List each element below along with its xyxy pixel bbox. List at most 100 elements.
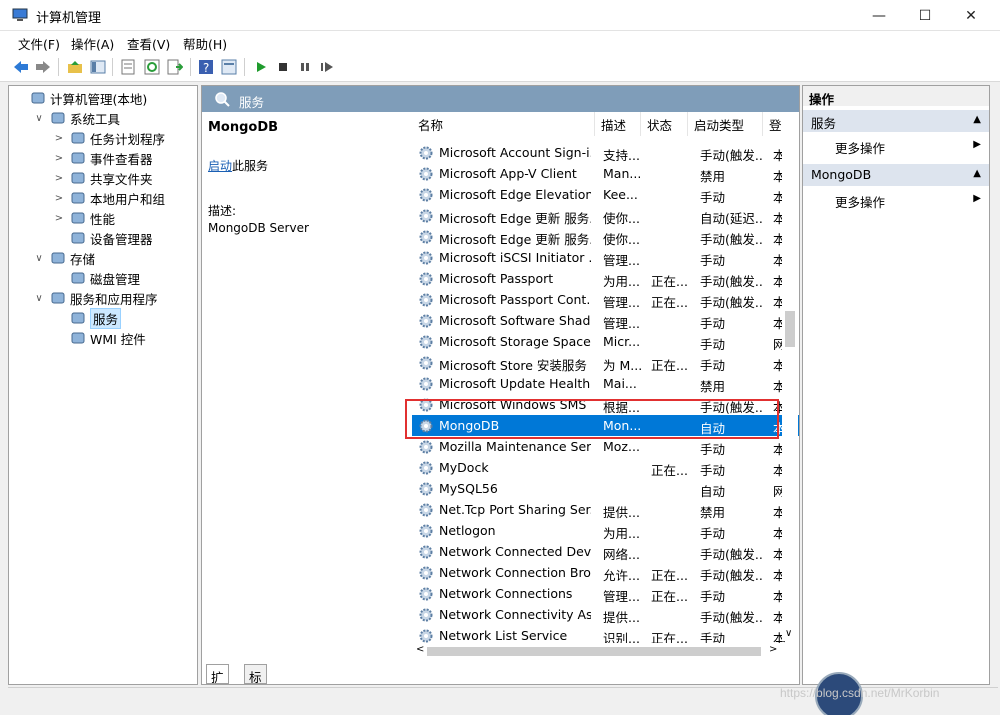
- navigation-tree: 计算机管理(本地) ∨ 系统工具 > 任务计划程序 > 事件查看器 > 共享文件夹 > 本地用户和组…: [8, 85, 198, 685]
- service-row[interactable]: Network Connectivity Ass... 提供... 手动(触发...…: [412, 604, 799, 625]
- tab-standard[interactable]: 标准: [244, 664, 267, 704]
- computer-management-icon: [12, 8, 28, 22]
- service-row[interactable]: Network Connected Devi... 网络... 手动(触发... 本: [412, 541, 799, 562]
- chevron-right-icon[interactable]: >: [53, 153, 65, 164]
- service-row[interactable]: Microsoft iSCSI Initiator ... 管理... 手动本: [412, 247, 799, 268]
- console-icon[interactable]: [220, 58, 238, 76]
- more-actions-mongodb[interactable]: 更多操作: [835, 192, 885, 211]
- column-description[interactable]: 描述: [595, 112, 641, 136]
- show-tree-icon[interactable]: [89, 58, 107, 76]
- tree-item-label: 磁盘管理: [90, 271, 141, 287]
- service-gear-icon: [418, 145, 434, 164]
- service-startup: 手动: [700, 253, 726, 268]
- tree-item[interactable]: 磁盘管理: [53, 268, 140, 288]
- help-icon[interactable]: ?: [197, 58, 215, 76]
- collapse-up-icon[interactable]: ▲: [973, 114, 981, 125]
- service-row[interactable]: Netlogon 为用... 手动本: [412, 520, 799, 541]
- service-row[interactable]: MyDock 正在... 手动本: [412, 457, 799, 478]
- tree-item[interactable]: ∨ 服务和应用程序: [33, 288, 157, 308]
- column-status[interactable]: 状态: [641, 112, 688, 136]
- restart-service-icon[interactable]: [318, 58, 336, 76]
- forward-arrow-icon[interactable]: [34, 58, 52, 76]
- menu-file[interactable]: 文件(F): [18, 34, 60, 53]
- service-row[interactable]: Microsoft Store 安装服务为 M... 正在... 手动本: [412, 352, 799, 373]
- users-icon: [70, 190, 86, 206]
- chevron-right-icon[interactable]: >: [53, 213, 65, 224]
- more-actions-services[interactable]: 更多操作: [835, 138, 885, 157]
- tree-item[interactable]: 服务: [53, 307, 122, 329]
- menu-help[interactable]: 帮助(H): [183, 34, 227, 53]
- service-desc: 网络...: [603, 547, 640, 562]
- tree-item[interactable]: WMI 控件: [53, 328, 146, 348]
- service-row[interactable]: Microsoft Storage Space... Micr... 手动网: [412, 331, 799, 352]
- service-row[interactable]: Net.Tcp Port Sharing Ser... 提供... 禁用本: [412, 499, 799, 520]
- tree-item[interactable]: > 共享文件夹: [53, 168, 153, 188]
- tree-item[interactable]: ∨ 系统工具: [33, 108, 120, 128]
- chevron-down-icon[interactable]: ∨: [33, 253, 45, 264]
- refresh-icon[interactable]: [143, 58, 161, 76]
- chevron-down-icon[interactable]: ∨: [33, 293, 45, 304]
- window-title: 计算机管理: [36, 11, 102, 26]
- service-row[interactable]: Mozilla Maintenance Ser... Moz... 手动本: [412, 436, 799, 457]
- start-service-icon[interactable]: [252, 58, 270, 76]
- performance-icon: [70, 210, 86, 226]
- tree-item[interactable]: > 本地用户和组: [53, 188, 165, 208]
- service-row[interactable]: Microsoft Edge 更新 服务... 使你... 手动(触发... 本: [412, 226, 799, 247]
- menu-view[interactable]: 查看(V): [127, 34, 170, 53]
- more-actions-label: 更多操作: [835, 195, 886, 210]
- chevron-right-icon[interactable]: >: [53, 133, 65, 144]
- chevron-down-icon[interactable]: ∨: [33, 113, 45, 124]
- tree-item[interactable]: ∨ 存储: [33, 248, 95, 268]
- start-service-link[interactable]: 启动: [208, 159, 232, 173]
- menu-action[interactable]: 操作(A): [71, 34, 114, 53]
- scroll-right-icon[interactable]: >: [769, 644, 777, 655]
- vertical-scrollbar[interactable]: ∨: [782, 141, 798, 641]
- collapse-up-icon[interactable]: ▲: [973, 168, 981, 179]
- actions-group-services[interactable]: 服务 ▲: [803, 110, 989, 132]
- column-startup-type[interactable]: 启动类型: [688, 112, 763, 136]
- service-row[interactable]: Microsoft Software Shad... 管理... 手动本: [412, 310, 799, 331]
- stop-service-icon[interactable]: [274, 58, 292, 76]
- back-arrow-icon[interactable]: [12, 58, 30, 76]
- service-row[interactable]: Microsoft Passport Cont... 管理... 正在... 手动(触…: [412, 289, 799, 310]
- column-name[interactable]: 名称 ⌃: [412, 112, 595, 136]
- chevron-right-icon[interactable]: >: [53, 193, 65, 204]
- service-row[interactable]: Microsoft App-V Client Man... 禁用本: [412, 163, 799, 184]
- tab-extended[interactable]: 扩展: [206, 664, 229, 704]
- horizontal-scroll-thumb[interactable]: [427, 647, 761, 656]
- pause-service-icon[interactable]: [296, 58, 314, 76]
- service-row[interactable]: Microsoft Account Sign-i... 支持... 手动(触发...…: [412, 142, 799, 163]
- service-desc: 为用...: [603, 526, 640, 541]
- chevron-right-icon[interactable]: >: [53, 173, 65, 184]
- scroll-down-icon[interactable]: ∨: [785, 628, 792, 639]
- vertical-scroll-thumb[interactable]: [785, 311, 795, 347]
- up-folder-icon[interactable]: [66, 58, 84, 76]
- column-logon[interactable]: 登: [763, 112, 799, 136]
- properties-icon[interactable]: [119, 58, 137, 76]
- service-startup: 自动: [700, 484, 726, 499]
- tree-item[interactable]: > 任务计划程序: [53, 128, 165, 148]
- service-row[interactable]: Microsoft Passport 为用... 正在... 手动(触发... 本: [412, 268, 799, 289]
- service-row[interactable]: Network Connection Bro... 允许... 正在... 手动(触发…: [412, 562, 799, 583]
- service-row[interactable]: Microsoft Edge 更新 服务... 使你... 自动(延迟... 本: [412, 205, 799, 226]
- export-list-icon[interactable]: [166, 58, 184, 76]
- tree-item[interactable]: 设备管理器: [53, 228, 153, 248]
- tree-item[interactable]: > 事件查看器: [53, 148, 153, 168]
- service-row[interactable]: MySQL56 自动网: [412, 478, 799, 499]
- service-row[interactable]: Microsoft Edge Elevation... Kee... 手动本: [412, 184, 799, 205]
- tree-item[interactable]: > 性能: [53, 208, 115, 228]
- scroll-left-icon[interactable]: <: [416, 644, 424, 655]
- service-row[interactable]: Network Connections 管理... 正在... 手动本: [412, 583, 799, 604]
- service-status: 正在...: [651, 463, 688, 478]
- wmi-icon: [70, 330, 86, 346]
- tree-item[interactable]: 计算机管理(本地): [13, 88, 147, 108]
- service-gear-icon: [418, 523, 434, 542]
- horizontal-scrollbar[interactable]: < >: [415, 643, 781, 659]
- actions-group-mongodb[interactable]: MongoDB ▲: [803, 164, 989, 186]
- minimize-button[interactable]: —: [856, 0, 902, 31]
- service-name: MySQL56: [439, 481, 498, 496]
- service-row[interactable]: Microsoft Update Health... Mai... 禁用本: [412, 373, 799, 394]
- column-logon-label: 登: [769, 117, 782, 133]
- close-button[interactable]: ✕: [948, 0, 994, 31]
- maximize-button[interactable]: ☐: [902, 0, 948, 31]
